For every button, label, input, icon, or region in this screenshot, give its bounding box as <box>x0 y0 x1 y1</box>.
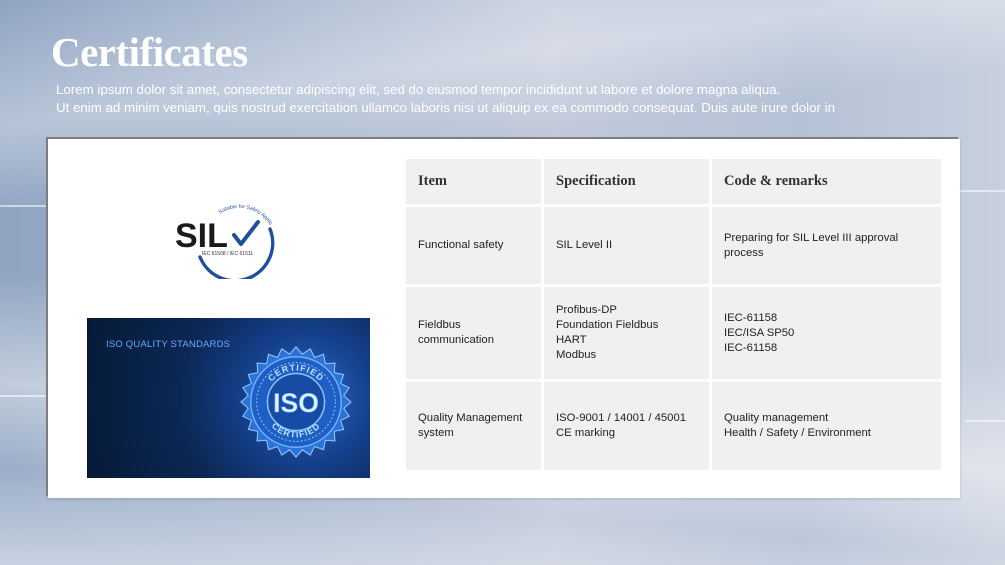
cell-line: Quality Management <box>418 412 523 424</box>
page-subtitle: Lorem ipsum dolor sit amet, consectetur … <box>56 81 956 117</box>
sil-logo-graphic: Suitable for Safety Applications SIL IEC… <box>171 185 275 283</box>
checkmark-icon <box>232 220 260 246</box>
seal-iso-text: ISO <box>273 388 319 418</box>
cell-line: HART <box>556 334 587 346</box>
cell-remarks: Preparing for SIL Level III approval pro… <box>712 207 941 284</box>
cell-spec: SIL Level II <box>544 207 709 284</box>
page-title: Certificates <box>51 29 248 75</box>
cell-line: Foundation Fieldbus <box>556 319 659 331</box>
subtitle-line: Lorem ipsum dolor sit amet, consectetur … <box>56 82 781 97</box>
iso-caption: ISO QUALITY STANDARDS <box>106 339 231 350</box>
sil-text: SIL <box>175 217 228 255</box>
cell-line: IEC-61158 <box>724 341 778 354</box>
certified-seal-icon: CERTIFIED CERTIFIED ISO <box>240 346 352 458</box>
sil-logo: Suitable for Safety Applications SIL IEC… <box>171 185 282 283</box>
subtitle-line: Ut enim ad minim veniam, quis nostrud ex… <box>56 100 835 115</box>
background-streak <box>0 395 48 397</box>
table-row: Fieldbus communication Profibus-DP Found… <box>406 287 941 379</box>
cell-line: communication <box>418 334 494 346</box>
cell-line: Quality management <box>724 412 829 424</box>
header-specification: Specification <box>544 159 709 204</box>
cell-line: Fieldbus <box>418 319 461 331</box>
cell-line: SIL Level II <box>556 239 613 251</box>
table-header-row: Item Specification Code & remarks <box>406 159 941 204</box>
background-streak <box>960 190 1005 192</box>
sil-standards-text: IEC 61508 / IEC 61511 <box>202 251 253 257</box>
cell-line: ISO-9001 / 14001 / 45001 <box>556 412 687 424</box>
header-code-remarks: Code & remarks <box>712 159 941 204</box>
table-row: Quality Management system ISO-9001 / 140… <box>406 382 941 470</box>
cell-item: Functional safety <box>406 207 541 284</box>
cell-line: IEC/ISA SP50 <box>724 326 795 339</box>
certificates-table: Item Specification Code & remarks Functi… <box>403 156 944 473</box>
cell-item: Quality Management system <box>406 382 541 470</box>
cell-line: CE marking <box>556 427 616 439</box>
cell-remarks: Quality management Health / Safety / Env… <box>712 382 941 470</box>
cell-item: Fieldbus communication <box>406 287 541 379</box>
background-streak <box>965 420 1005 422</box>
content-card: Suitable for Safety Applications SIL IEC… <box>48 139 960 498</box>
cell-spec: ISO-9001 / 14001 / 45001 CE marking <box>544 382 709 470</box>
cell-line: Modbus <box>556 349 597 361</box>
cell-remarks: IEC-61158 IEC/ISA SP50 IEC-61158 <box>712 287 941 379</box>
cell-line: process <box>724 246 764 259</box>
cell-line: IEC-61158 <box>724 311 778 324</box>
header-item: Item <box>406 159 541 204</box>
cell-line: Preparing for SIL Level III approval <box>724 231 899 244</box>
cell-line: Functional safety <box>418 239 504 251</box>
cell-line: system <box>418 427 454 439</box>
iso-quality-image: ISO QUALITY STANDARDS CERTIFIED CERTIFIE… <box>87 318 370 478</box>
cell-line: Health / Safety / Environment <box>724 427 871 439</box>
cell-line: Profibus-DP <box>556 304 617 316</box>
table-row: Functional safety SIL Level II Preparing… <box>406 207 941 284</box>
cell-spec: Profibus-DP Foundation Fieldbus HART Mod… <box>544 287 709 379</box>
